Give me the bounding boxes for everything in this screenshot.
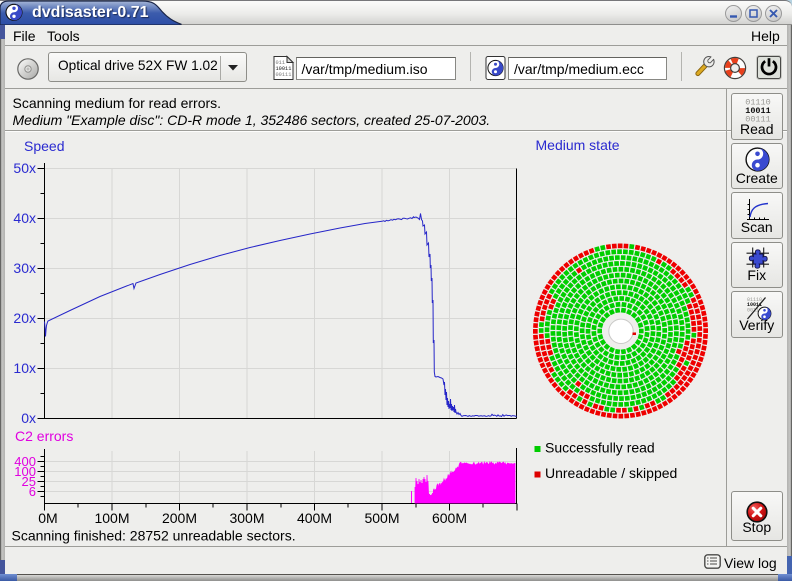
svg-text:Successfully read: Successfully read bbox=[545, 440, 655, 456]
svg-text:30x: 30x bbox=[13, 260, 36, 276]
svg-text:500M: 500M bbox=[364, 510, 399, 526]
svg-text:6: 6 bbox=[29, 484, 36, 499]
svg-text:400M: 400M bbox=[297, 510, 332, 526]
svg-text:200M: 200M bbox=[162, 510, 197, 526]
svg-text:100M: 100M bbox=[94, 510, 129, 526]
svg-text:Scanning finished: 28752 unrea: Scanning finished: 28752 unreadable sect… bbox=[12, 528, 296, 544]
svg-text:Unreadable / skipped: Unreadable / skipped bbox=[545, 465, 677, 481]
svg-text:600M: 600M bbox=[432, 510, 467, 526]
svg-text:300M: 300M bbox=[229, 510, 264, 526]
svg-text:Speed: Speed bbox=[24, 138, 64, 154]
svg-text:Medium state: Medium state bbox=[536, 137, 620, 153]
svg-text:0M: 0M bbox=[38, 510, 57, 526]
svg-text:0x: 0x bbox=[21, 410, 36, 426]
svg-text:10x: 10x bbox=[13, 360, 36, 376]
svg-text:20x: 20x bbox=[13, 310, 36, 326]
svg-text:C2 errors: C2 errors bbox=[15, 428, 73, 444]
svg-text:40x: 40x bbox=[13, 210, 36, 226]
svg-text:50x: 50x bbox=[13, 160, 36, 176]
